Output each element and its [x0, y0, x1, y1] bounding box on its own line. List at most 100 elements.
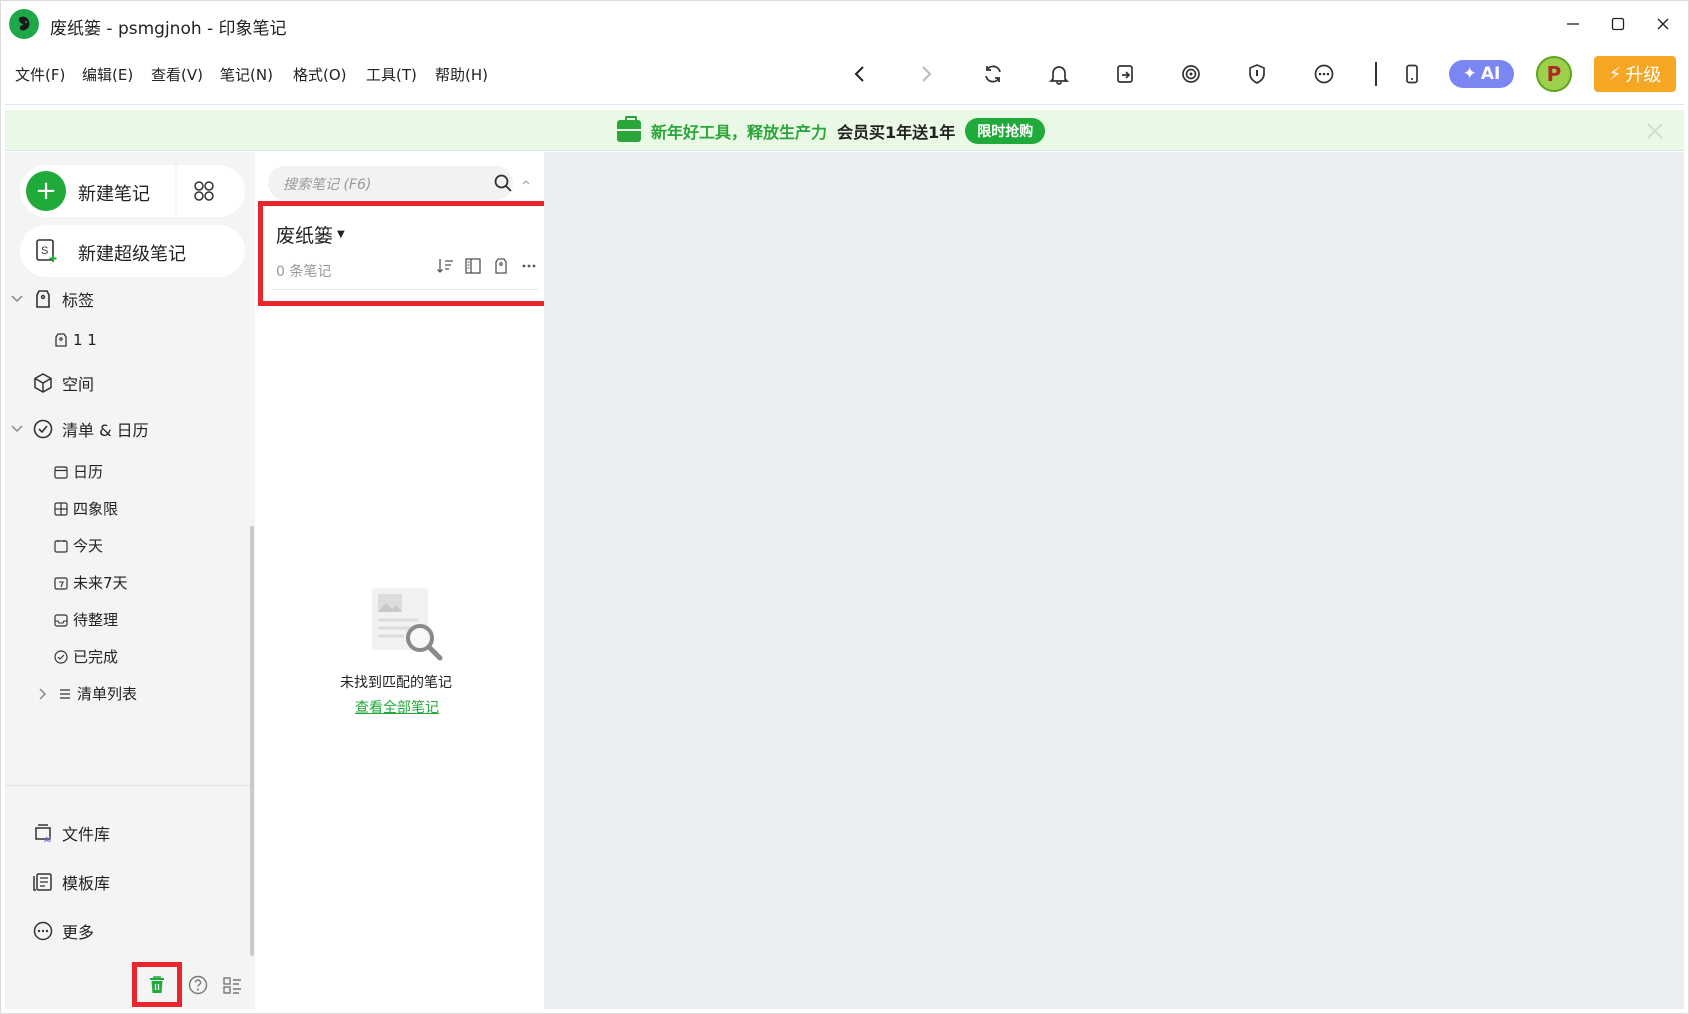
chevron-up-icon[interactable]: [521, 177, 531, 187]
sort-icon[interactable]: [436, 257, 454, 275]
phone-icon[interactable]: [1396, 58, 1428, 90]
new-super-note-button[interactable]: S 新建超级笔记: [20, 225, 245, 277]
share-icon[interactable]: [1109, 58, 1141, 90]
banner-offer: 会员买1年送1年: [837, 123, 956, 142]
templates-label: 模板库: [62, 874, 111, 893]
button-divider: [175, 165, 177, 217]
sidebar-divider: [5, 785, 255, 786]
notebook-name: 废纸篓: [276, 225, 334, 247]
maximize-icon[interactable]: [1598, 10, 1638, 38]
back-arrow-icon[interactable]: [844, 58, 876, 90]
checklists-label: 清单列表: [77, 685, 138, 703]
close-icon[interactable]: [1643, 10, 1683, 38]
menu-help[interactable]: 帮助(H): [435, 64, 488, 85]
sidebar: + 新建笔记 S 新建超级笔记 标签 1 1 空间 清单 & 日历 日历 四象限…: [5, 152, 255, 1009]
inbox-icon: [54, 613, 68, 627]
notebook-header: 废纸篓 ▼ 0 条笔记: [258, 201, 558, 306]
trash-button[interactable]: [132, 962, 182, 1007]
sidebar-scrollbar[interactable]: [250, 526, 254, 956]
sidebar-item-completed[interactable]: 已完成: [53, 646, 118, 667]
search-input[interactable]: 搜索笔记 (F6): [268, 166, 513, 200]
sync-icon[interactable]: [977, 58, 1009, 90]
chevron-down-icon[interactable]: [10, 292, 24, 306]
search-placeholder: 搜索笔记 (F6): [283, 177, 372, 193]
banner-close-icon[interactable]: [1645, 121, 1665, 141]
layout-toggle-icon[interactable]: [221, 974, 243, 996]
more-icon[interactable]: [1308, 58, 1340, 90]
chevron-right-icon[interactable]: [36, 687, 50, 701]
editor-pane: [544, 152, 1684, 1009]
tag-icon: [36, 290, 50, 308]
toolbar-separator: [1375, 62, 1377, 86]
sidebar-item-tags[interactable]: 标签: [32, 287, 94, 311]
sidebar-item-file-library[interactable]: AI 文件库: [32, 821, 110, 845]
sidebar-item-checklists[interactable]: 清单列表: [57, 683, 137, 704]
title-bar: 废纸篓 - psmgjnoh - 印象笔记: [0, 0, 1689, 48]
sidebar-item-templates[interactable]: 模板库: [32, 870, 110, 894]
help-icon[interactable]: [187, 974, 209, 996]
menu-tools[interactable]: 工具(T): [366, 64, 417, 85]
note-list-panel: 搜索笔记 (F6) 废纸篓 ▼ 0 条笔记 未找到匹配的笔记 查看全部笔记: [258, 152, 558, 1009]
trash-icon: [150, 975, 164, 993]
tag-item-label: 1 1: [73, 331, 97, 349]
upgrade-label: 升级: [1625, 65, 1662, 86]
menu-note[interactable]: 笔记(N): [220, 64, 273, 85]
ai-button[interactable]: ✦ AI: [1449, 60, 1514, 88]
more-label: 更多: [62, 923, 95, 942]
tag-icon[interactable]: [492, 257, 510, 275]
menu-format[interactable]: 格式(O): [293, 64, 347, 85]
list-icon: [60, 688, 70, 699]
banner-buy-button[interactable]: 限时抢购: [965, 118, 1046, 144]
more-horizontal-icon[interactable]: [520, 257, 538, 275]
file-library-label: 文件库: [62, 825, 111, 844]
today-label: 今天: [73, 537, 104, 555]
file-library-icon: AI: [35, 824, 51, 844]
sidebar-item-today[interactable]: 今天: [53, 535, 103, 556]
notebook-dropdown[interactable]: 废纸篓 ▼: [276, 221, 345, 248]
inbox-label: 待整理: [73, 611, 119, 629]
chevron-down-icon[interactable]: [10, 422, 24, 436]
target-icon[interactable]: [1175, 58, 1207, 90]
shield-icon[interactable]: [1241, 58, 1273, 90]
sidebar-item-tag-1[interactable]: 1 1: [53, 331, 97, 349]
banner-slogan: 新年好工具，释放生产力: [651, 123, 828, 142]
new-note-button[interactable]: + 新建笔记: [20, 165, 245, 217]
sidebar-item-more[interactable]: 更多: [32, 919, 94, 943]
seven-days-icon: [54, 576, 68, 590]
check-circle-icon: [33, 419, 53, 439]
sidebar-item-inbox[interactable]: 待整理: [53, 609, 118, 630]
checklist-calendar-label: 清单 & 日历: [62, 421, 149, 440]
view-layout-icon[interactable]: [464, 257, 482, 275]
completed-label: 已完成: [73, 648, 119, 666]
sidebar-item-calendar[interactable]: 日历: [53, 461, 103, 482]
grid-icon[interactable]: [192, 179, 216, 203]
menu-view[interactable]: 查看(V): [151, 64, 203, 85]
sidebar-item-space[interactable]: 空间: [32, 371, 94, 395]
promo-banner: 新年好工具，释放生产力 会员买1年送1年 限时抢购: [5, 110, 1684, 151]
template-icon: [33, 873, 52, 891]
super-note-icon: S: [36, 239, 57, 262]
quadrant-icon: [54, 501, 68, 516]
calendar-icon: [54, 465, 68, 479]
sidebar-item-quadrants[interactable]: 四象限: [53, 498, 118, 519]
briefcase-icon: [617, 116, 641, 142]
bell-icon[interactable]: [1043, 58, 1075, 90]
forward-arrow-icon[interactable]: [910, 58, 942, 90]
upgrade-button[interactable]: ⚡ 升级: [1594, 56, 1676, 92]
sidebar-item-next-7-days[interactable]: 未来7天: [53, 572, 128, 593]
check-circle-icon: [54, 649, 68, 664]
toolbar-divider: [5, 104, 1684, 105]
search-icon[interactable]: [493, 173, 513, 193]
empty-state-text: 未找到匹配的笔记: [340, 675, 452, 691]
window-title: 废纸篓 - psmgjnoh - 印象笔记: [50, 19, 287, 39]
menu-edit[interactable]: 编辑(E): [82, 64, 133, 85]
more-icon: [33, 921, 53, 941]
menu-file[interactable]: 文件(F): [15, 64, 65, 85]
plus-icon: +: [26, 171, 66, 211]
sidebar-item-checklist-calendar[interactable]: 清单 & 日历: [32, 417, 149, 441]
note-count: 0 条笔记: [276, 264, 332, 280]
evernote-logo-icon: [9, 9, 39, 39]
avatar[interactable]: P: [1536, 56, 1572, 92]
minimize-icon[interactable]: [1553, 10, 1593, 38]
view-all-notes-link[interactable]: 查看全部笔记: [355, 697, 439, 717]
